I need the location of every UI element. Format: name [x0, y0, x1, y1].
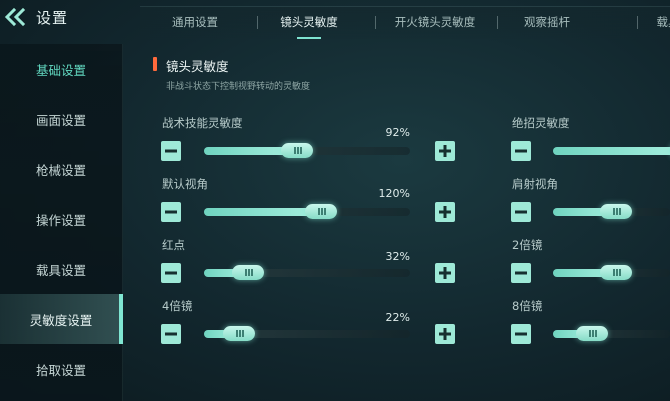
slider-thumb[interactable] — [305, 204, 337, 219]
slider-thumb[interactable] — [576, 326, 608, 341]
increase-button[interactable] — [435, 263, 455, 283]
header: 设置 — [0, 0, 122, 38]
active-tab-underline — [297, 37, 321, 39]
slider[interactable] — [204, 265, 410, 280]
settings-screen: 设置 基础设置 画面设置 枪械设置 操作设置 载具设置 灵敏度设置 拾取设置 通… — [0, 0, 670, 401]
slider-label: 2倍镜 — [512, 238, 543, 252]
slider[interactable] — [553, 265, 670, 280]
slider-label: 肩射视角 — [512, 177, 558, 191]
slider-label: 4倍镜 — [162, 299, 193, 313]
tab-divider — [497, 16, 498, 29]
slider-value: 32% — [385, 250, 410, 263]
slider-value: 120% — [378, 187, 410, 200]
decrease-button[interactable] — [161, 202, 181, 222]
slider-label: 8倍镜 — [512, 299, 543, 313]
slider-thumb[interactable] — [281, 143, 313, 158]
tab-divider — [637, 16, 638, 29]
increase-button[interactable] — [435, 324, 455, 344]
tab-vehicle[interactable]: 载具 — [648, 7, 670, 37]
slider-fill — [553, 147, 670, 155]
slider[interactable] — [553, 147, 670, 155]
sidebar-item-controls[interactable]: 操作设置 — [0, 194, 122, 244]
page-title: 设置 — [36, 9, 69, 27]
sidebar-item-basic[interactable]: 基础设置 — [0, 44, 122, 94]
slider-thumb[interactable] — [223, 326, 255, 341]
slider-label: 红点 — [162, 238, 185, 252]
section-title: 镜头灵敏度 — [166, 59, 229, 74]
tab-general[interactable]: 通用设置 — [160, 7, 230, 37]
increase-button[interactable] — [435, 202, 455, 222]
decrease-button[interactable] — [511, 141, 531, 161]
tab-free-look[interactable]: 观察摇杆 — [512, 7, 582, 37]
slider-value: 22% — [385, 311, 410, 324]
decrease-button[interactable] — [161, 324, 181, 344]
slider-label: 默认视角 — [162, 177, 208, 191]
sidebar-item-vehicles[interactable]: 载具设置 — [0, 244, 122, 294]
slider[interactable] — [204, 204, 410, 219]
sidebar-item-weapons[interactable]: 枪械设置 — [0, 144, 122, 194]
slider-label: 绝招灵敏度 — [512, 116, 570, 130]
slider[interactable] — [553, 326, 670, 341]
slider[interactable] — [553, 204, 670, 219]
tab-divider — [257, 16, 258, 29]
slider-value: 92% — [385, 126, 410, 139]
double-chevron-left-icon[interactable] — [4, 7, 26, 27]
tab-bar: 通用设置 镜头灵敏度 开火镜头灵敏度 观察摇杆 载具 — [140, 6, 670, 39]
tab-firing-sensitivity[interactable]: 开火镜头灵敏度 — [390, 7, 480, 37]
slider-label: 战术技能灵敏度 — [162, 116, 243, 130]
slider[interactable] — [204, 143, 410, 158]
slider-thumb[interactable] — [600, 265, 632, 280]
tab-camera-sensitivity[interactable]: 镜头灵敏度 — [272, 7, 346, 37]
section-subtitle: 非战斗状态下控制视野转动的灵敏度 — [166, 82, 311, 92]
tab-divider — [375, 16, 376, 29]
sidebar-item-pickup[interactable]: 拾取设置 — [0, 344, 122, 394]
decrease-button[interactable] — [161, 263, 181, 283]
slider-fill — [204, 208, 321, 216]
sidebar-item-sensitivity[interactable]: 灵敏度设置 — [0, 294, 123, 344]
sidebar: 基础设置 画面设置 枪械设置 操作设置 载具设置 灵敏度设置 拾取设置 — [0, 44, 123, 401]
increase-button[interactable] — [435, 141, 455, 161]
slider-thumb[interactable] — [600, 204, 632, 219]
slider-thumb[interactable] — [232, 265, 264, 280]
sidebar-item-graphics[interactable]: 画面设置 — [0, 94, 122, 144]
decrease-button[interactable] — [161, 141, 181, 161]
decrease-button[interactable] — [511, 263, 531, 283]
decrease-button[interactable] — [511, 202, 531, 222]
decrease-button[interactable] — [511, 324, 531, 344]
slider[interactable] — [204, 326, 410, 341]
section-marker — [153, 57, 157, 71]
